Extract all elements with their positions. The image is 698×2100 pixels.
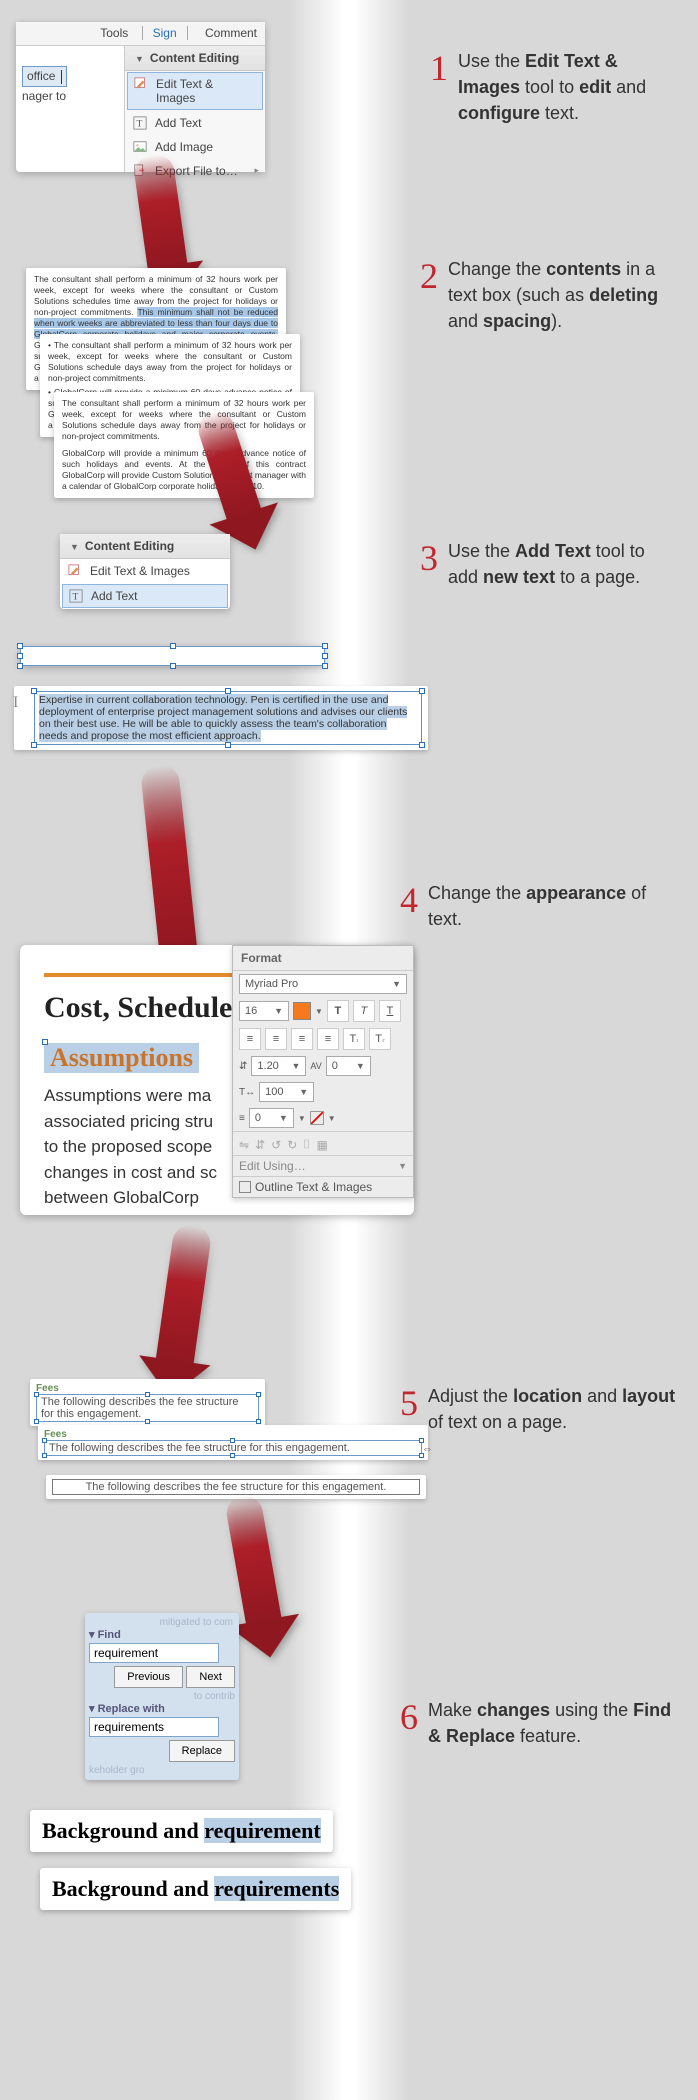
italic-button[interactable]: T — [353, 1000, 375, 1022]
stroke-width-select[interactable]: 0▼ — [249, 1108, 294, 1128]
replace-image-icon[interactable]: ▦ — [316, 1138, 327, 1152]
tools-tab[interactable]: Tools — [100, 26, 128, 40]
resize-handle-icon[interactable]: ⇔ — [422, 1443, 433, 1455]
add-text-item-2[interactable]: T Add Text — [62, 584, 228, 608]
step-number-3: 3 — [420, 532, 438, 584]
step-number-6: 6 — [400, 1691, 418, 1743]
ghost-text: to contrib — [89, 1691, 235, 1702]
caption-2: 2 Change the contents in a text box (suc… — [448, 256, 678, 334]
caption-6: 6 Make changes using the Find & Replace … — [428, 1697, 678, 1749]
horiz-scale-select[interactable]: 100▼ — [259, 1082, 314, 1102]
caption-3: 3 Use the Add Text tool to add new text … — [448, 538, 678, 590]
doc-area: office nager to — [16, 46, 124, 172]
heading-assumptions[interactable]: Assumptions — [44, 1043, 199, 1073]
previous-button[interactable]: Previous — [114, 1666, 183, 1688]
format-panel-title: Format — [233, 946, 413, 971]
rotate-cw-icon[interactable]: ↻ — [287, 1138, 297, 1152]
caption-1: 1 Use the Edit Text & Images tool to edi… — [458, 48, 678, 126]
no-fill-swatch[interactable] — [310, 1111, 324, 1125]
content-editing-mini-panel: Content Editing Edit Text & Images T Add… — [60, 534, 230, 609]
chevron-down-icon: ▼ — [392, 979, 401, 989]
find-replace-panel: mitigated to com ▾ Find Previous Next to… — [85, 1613, 239, 1780]
underline-button[interactable]: T — [379, 1000, 401, 1022]
svg-text:T: T — [73, 592, 79, 603]
subscript-button[interactable]: T₂ — [369, 1028, 391, 1050]
text-caret — [61, 70, 62, 84]
align-right-button[interactable]: ≡ — [291, 1028, 313, 1050]
fees-box-1[interactable]: Fees The following describes the fee str… — [30, 1379, 265, 1426]
result-line-2: Background and requirements — [40, 1868, 351, 1910]
caption-5: 5 Adjust the location and layout of text… — [428, 1383, 678, 1435]
font-color-swatch[interactable] — [293, 1002, 311, 1020]
font-family-select[interactable]: Myriad Pro▼ — [239, 974, 407, 994]
superscript-button[interactable]: T₁ — [343, 1028, 365, 1050]
step-number-5: 5 — [400, 1377, 418, 1429]
caption-4: 4 Change the appearance of text. — [428, 880, 678, 932]
result-line-1: Background and requirement — [30, 1810, 333, 1852]
edit-text-images-item-2[interactable]: Edit Text & Images — [60, 559, 230, 583]
edit-text-images-item[interactable]: Edit Text & Images — [127, 72, 263, 110]
find-label: Find — [98, 1629, 121, 1641]
crop-icon[interactable]: ⌷ — [303, 1137, 310, 1152]
text-cursor-icon: I — [13, 694, 18, 712]
text-snippet-c[interactable]: The consultant shall perform a minimum o… — [54, 392, 314, 498]
bold-button[interactable]: T — [327, 1000, 349, 1022]
ghost-text: keholder gro — [89, 1765, 235, 1776]
content-editing-header-2[interactable]: Content Editing — [60, 534, 230, 559]
add-text-icon: T — [133, 116, 147, 130]
expertise-text-frame[interactable]: I Expertise in current collaboration tec… — [14, 686, 428, 750]
sign-tab[interactable]: Sign — [142, 26, 188, 40]
step-number-2: 2 — [420, 250, 438, 302]
selected-text-box[interactable]: office — [22, 66, 67, 87]
add-image-icon — [133, 140, 147, 154]
edit-using-label[interactable]: Edit Using… — [239, 1159, 306, 1173]
align-left-button[interactable]: ≡ — [239, 1028, 261, 1050]
ghost-text: mitigated to com — [89, 1617, 235, 1628]
kerning-icon: AV — [310, 1061, 321, 1071]
comment-tab[interactable]: Comment — [205, 26, 257, 40]
chevron-right-icon: ▸ — [254, 165, 259, 176]
panel-step1: Tools Sign Comment office nager to Conte… — [16, 22, 265, 172]
flip-h-icon[interactable]: ⇋ — [239, 1138, 249, 1152]
fees-box-3[interactable]: The following describes the fee structur… — [46, 1475, 426, 1499]
align-justify-button[interactable]: ≡ — [317, 1028, 339, 1050]
line-spacing-select[interactable]: 1.20▼ — [251, 1056, 306, 1076]
add-text-item[interactable]: T Add Text — [125, 111, 265, 135]
outline-checkbox[interactable] — [239, 1181, 251, 1193]
content-editing-header[interactable]: Content Editing — [125, 46, 265, 71]
outline-text-images-label: Outline Text & Images — [255, 1180, 372, 1194]
add-image-item[interactable]: Add Image — [125, 135, 265, 159]
empty-text-frame[interactable] — [20, 646, 325, 666]
kerning-select[interactable]: 0▼ — [326, 1056, 371, 1076]
flip-v-icon[interactable]: ⇵ — [255, 1138, 265, 1152]
horizontal-scale-icon: T↔ — [239, 1087, 255, 1098]
step-number-4: 4 — [400, 874, 418, 926]
stroke-width-icon: ≡ — [239, 1113, 245, 1124]
replace-input[interactable] — [89, 1717, 219, 1737]
content-editing-panel: Content Editing Edit Text & Images T Add… — [124, 46, 265, 172]
step-number-1: 1 — [430, 42, 448, 94]
find-input[interactable] — [89, 1643, 219, 1663]
fees-box-2[interactable]: Fees The following describes the fee str… — [38, 1425, 428, 1460]
format-panel: Format Myriad Pro▼ 16▼ ▼ T T T ≡ ≡ ≡ ≡ T… — [232, 945, 414, 1198]
font-size-select[interactable]: 16▼ — [239, 1001, 289, 1021]
add-text-icon: T — [69, 589, 83, 603]
line-spacing-icon: ⇵ — [239, 1061, 247, 1072]
next-button[interactable]: Next — [186, 1666, 235, 1688]
replace-label: Replace with — [98, 1703, 165, 1715]
edit-text-images-icon — [68, 564, 82, 578]
chevron-down-icon: ▼ — [398, 1161, 407, 1171]
app-toolbar: Tools Sign Comment — [16, 22, 265, 46]
align-center-button[interactable]: ≡ — [265, 1028, 287, 1050]
edit-text-images-icon — [134, 77, 148, 91]
rotate-ccw-icon[interactable]: ↺ — [271, 1138, 281, 1152]
replace-button[interactable]: Replace — [169, 1740, 235, 1762]
svg-text:T: T — [137, 119, 143, 130]
